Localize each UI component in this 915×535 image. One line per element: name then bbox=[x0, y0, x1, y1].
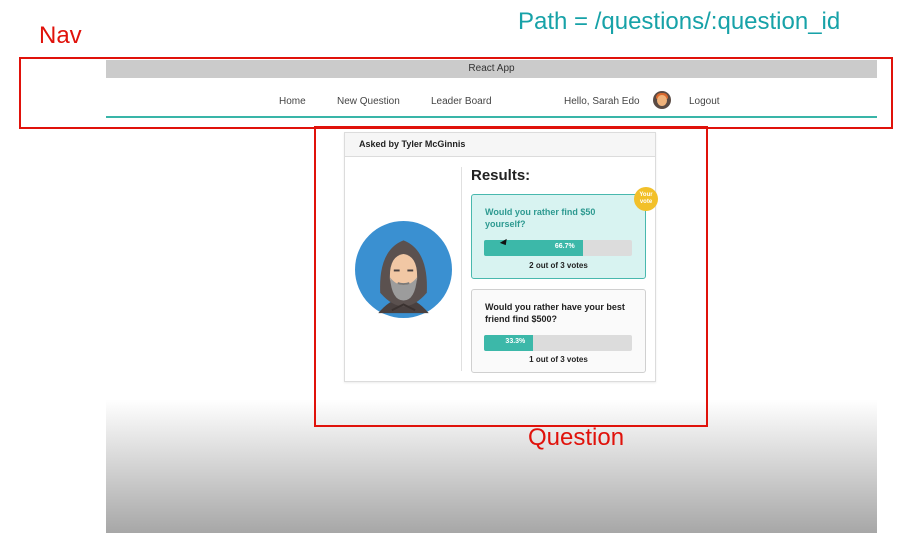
nav-annotation-label: Nav bbox=[39, 22, 82, 49]
path-annotation-label: Path = /questions/:question_id bbox=[518, 8, 841, 35]
question-annotation-box bbox=[314, 126, 708, 427]
question-annotation-label: Question bbox=[528, 424, 625, 451]
nav-annotation-box bbox=[19, 57, 893, 129]
